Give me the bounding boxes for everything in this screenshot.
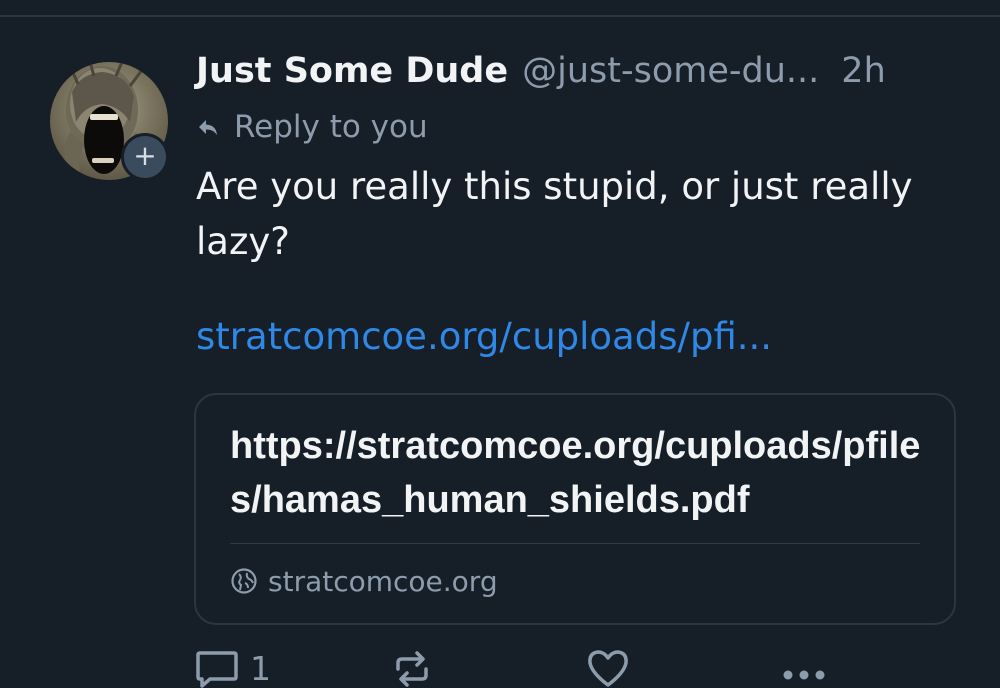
speech-bubble-icon (196, 651, 238, 688)
globe-icon (231, 568, 257, 594)
like-button[interactable] (586, 649, 630, 688)
plus-icon: + (133, 139, 157, 172)
post-item[interactable]: + Just Some Dude @just-some-du... 2h Rep… (0, 17, 1000, 688)
heart-icon (588, 650, 628, 687)
more-options-button[interactable] (780, 649, 828, 688)
follow-button[interactable]: + (121, 133, 169, 181)
post-body-text: Are you really this stupid, or just real… (196, 165, 913, 263)
reply-button[interactable]: 1 (196, 649, 271, 688)
post-timestamp[interactable]: 2h (841, 51, 885, 91)
reply-arrow-icon (199, 120, 217, 135)
reply-count: 1 (250, 649, 271, 688)
post-actions: 1 (196, 649, 836, 688)
link-preview-card[interactable]: https://stratcomcoe.org/cuploads/pfiles/… (194, 393, 956, 625)
repost-button[interactable] (392, 649, 432, 688)
link-card-divider (230, 543, 920, 544)
post-link[interactable]: stratcomcoe.org/cuploads/pfi... (196, 315, 772, 358)
author-avatar-container[interactable]: + (50, 62, 169, 181)
author-display-name[interactable]: Just Some Dude (196, 51, 508, 91)
post-header: Just Some Dude @just-some-du... 2h (196, 51, 966, 97)
repost-arrows-icon (396, 651, 428, 687)
author-handle[interactable]: @just-some-du... (522, 51, 819, 91)
more-dots-icon (783, 670, 825, 680)
reply-context[interactable]: Reply to you (196, 107, 428, 147)
link-card-domain: stratcomcoe.org (268, 564, 498, 598)
link-card-title: https://stratcomcoe.org/cuploads/pfiles/… (230, 425, 921, 521)
reply-context-label: Reply to you (234, 109, 428, 145)
link-card-domain-row: stratcomcoe.org (230, 563, 498, 599)
